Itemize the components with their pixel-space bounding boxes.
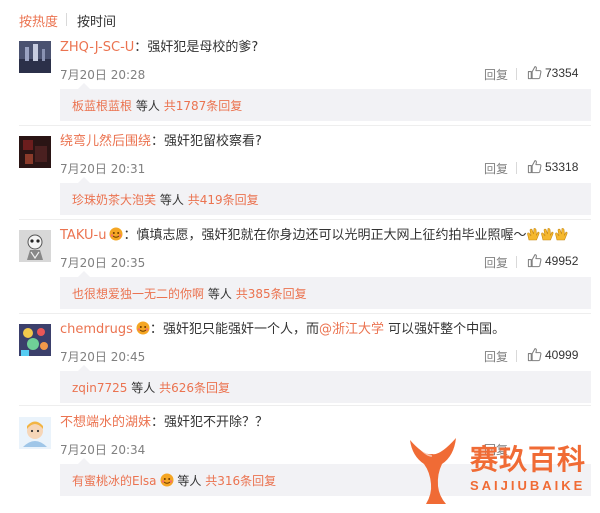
reply-others-text: 等人 [159,193,184,207]
thumbs-up-icon [527,66,542,80]
thumbs-up-icon [527,160,542,174]
reply-others-text: 等人 [207,287,232,301]
comment-line: TAKU-u ：慎填志愿，强奸犯就在你身边还可以光明正大网上征约拍毕业照喔～ [60,227,568,245]
comment-time: 7月20日 20:34 [60,443,146,457]
watermark-subtitle: SAIJIUBAIKE [470,478,586,493]
action-separator [516,350,517,362]
reply-total-link[interactable]: 共1787条回复 [164,99,243,113]
mention-link[interactable]: @浙江大学 [319,322,384,337]
avatar[interactable] [19,230,51,262]
vip-emoji-icon [109,227,123,241]
comment-time: 7月20日 20:31 [60,162,146,176]
sort-by-time-tab[interactable]: 按时间 [77,11,116,30]
reply-total-link[interactable]: 共316条回复 [205,474,276,488]
comment-text: 强奸犯留校察看? [164,134,262,149]
comment-username[interactable]: chemdrugs [60,322,133,337]
like-count: 40999 [545,348,579,362]
comment-time: 7月20日 20:45 [60,350,146,364]
comment-username[interactable]: 绕弯儿然后围绕 [60,134,151,149]
comment-line: ZHQ-J-SC-U：强奸犯是母校的爹? [60,39,258,57]
reply-username[interactable]: 珍珠奶茶大泡芙 [72,193,156,207]
reply-others-text: 等人 [131,381,156,395]
whale-tail-logo-icon [410,438,456,504]
like-button[interactable]: 49952 [527,253,578,269]
colon: ： [151,134,165,149]
action-separator [516,162,517,174]
colon: ： [149,322,163,337]
comment-text: 可以强奸整个中国。 [383,322,506,337]
avatar[interactable] [19,136,51,168]
reply-username[interactable]: zqin7725 [72,381,127,395]
comment-line: chemdrugs ：强奸犯只能强奸一个人，而@浙江大学 可以强奸整个中国。 [60,321,505,339]
avatar[interactable] [19,324,51,356]
colon: ： [123,228,137,243]
thumbs-up-icon [527,254,542,268]
clap-icon [527,228,540,241]
watermark-logo: 赛玖百科 SAIJIUBAIKE [404,434,594,508]
reply-preview-box[interactable]: zqin7725 等人 共626条回复 [60,365,591,403]
reply-username[interactable]: 有蜜桃冰的Elsa [72,474,157,488]
comment-divider [19,313,591,314]
like-button[interactable]: 40999 [527,347,578,363]
comment-text: 强奸犯不开除？？ [164,415,269,430]
like-count: 49952 [545,254,579,268]
sort-bar: 按热度 按时间 [0,0,600,36]
action-separator [516,68,517,80]
clap-icon [541,228,554,241]
vip-emoji-icon [160,473,174,487]
comment-username[interactable]: TAKU-u [60,228,106,243]
avatar[interactable] [19,417,51,449]
reply-username[interactable]: 板蓝根蓝根 [72,99,132,113]
comment-divider [19,405,591,406]
clap-icon [555,228,568,241]
colon: ： [151,415,165,430]
comment-divider [19,125,591,126]
reply-total-link[interactable]: 共626条回复 [159,381,230,395]
vip-emoji-icon [136,321,150,335]
comment-line: 不想端水的湖妹：强奸犯不开除？？ [60,414,268,432]
reply-total-link[interactable]: 共385条回复 [236,287,307,301]
comment-time: 7月20日 20:28 [60,68,146,82]
watermark-title: 赛玖百科 [470,443,587,476]
colon: ： [134,40,148,55]
like-count: 53318 [545,160,579,174]
reply-button[interactable]: 回复 [484,160,508,177]
comment-text: 慎填志愿，强奸犯就在你身边还可以光明正大网上征约拍毕业照喔～ [136,228,527,243]
comment-divider [19,219,591,220]
reply-others-text: 等人 [135,99,160,113]
action-separator [516,256,517,268]
reply-button[interactable]: 回复 [484,348,508,365]
reply-total-link[interactable]: 共419条回复 [188,193,259,207]
sort-by-hot-tab[interactable]: 按热度 [19,11,58,30]
comment-time: 7月20日 20:35 [60,256,146,270]
reply-button[interactable]: 回复 [484,66,508,83]
comment-username[interactable]: 不想端水的湖妹 [60,415,151,430]
reply-preview-box[interactable]: 板蓝根蓝根 等人 共1787条回复 [60,83,591,121]
reply-preview-box[interactable]: 也很想爱独一无二的你啊 等人 共385条回复 [60,271,591,309]
comment-text: 强奸犯是母校的爹? [147,40,259,55]
like-button[interactable]: 73354 [527,65,578,81]
comment-line: 绕弯儿然后围绕：强奸犯留校察看? [60,133,262,151]
thumbs-up-icon [527,348,542,362]
avatar[interactable] [19,41,51,73]
reply-username[interactable]: 也很想爱独一无二的你啊 [72,287,204,301]
like-count: 73354 [545,66,579,80]
comment-text: 强奸犯只能强奸一个人，而 [162,322,319,337]
reply-button[interactable]: 回复 [484,254,508,271]
reply-others-text: 等人 [177,474,202,488]
like-button[interactable]: 53318 [527,159,578,175]
comment-username[interactable]: ZHQ-J-SC-U [60,40,134,55]
sort-divider [66,13,67,26]
reply-preview-box[interactable]: 珍珠奶茶大泡芙 等人 共419条回复 [60,177,591,215]
